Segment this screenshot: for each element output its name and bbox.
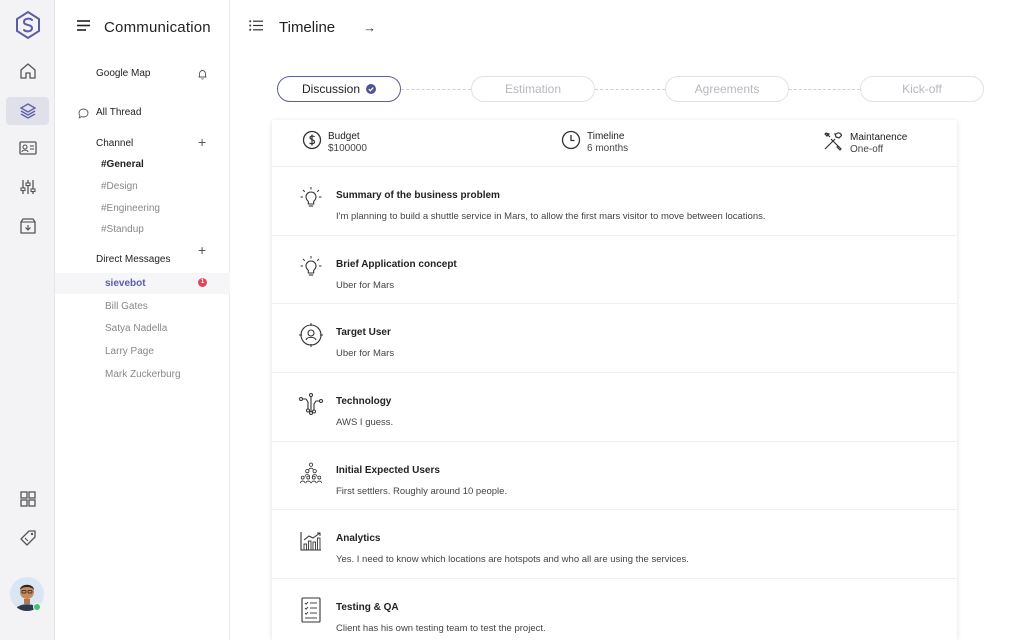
requirement-body: Yes. I need to know which locations are … bbox=[336, 554, 689, 566]
requirement-row[interactable]: Testing & QA Client has his own testing … bbox=[272, 579, 957, 640]
requirement-body: Uber for Mars bbox=[336, 348, 395, 360]
project-card: Budget $100000 Timeline 6 months Maintan… bbox=[272, 120, 957, 640]
maintenance-meta: Maintanence One-off bbox=[822, 130, 907, 157]
timeline-value: 6 months bbox=[587, 142, 629, 154]
checklist-icon bbox=[299, 597, 323, 623]
google-map-item[interactable]: Google Map bbox=[96, 68, 150, 79]
users-group-icon bbox=[299, 460, 323, 486]
requirement-title: Technology bbox=[336, 396, 392, 408]
project-meta: Budget $100000 Timeline 6 months Maintan… bbox=[272, 120, 957, 167]
check-circle-icon bbox=[366, 84, 377, 94]
tag-icon[interactable] bbox=[6, 524, 49, 552]
panel-header: Communication bbox=[77, 18, 211, 36]
channel-panel: Communication Google Map All Thread Chan… bbox=[55, 0, 230, 640]
home-icon[interactable] bbox=[6, 57, 49, 85]
direct-messages-heading: Direct Messages bbox=[96, 254, 171, 265]
requirement-row[interactable]: Analytics Yes. I need to know which loca… bbox=[272, 510, 957, 580]
dm-item-mark-zuckerburg[interactable]: Mark Zuckerburg bbox=[105, 369, 181, 380]
clock-icon bbox=[561, 130, 581, 155]
icon-rail bbox=[0, 0, 55, 640]
channel-item-general[interactable]: #General bbox=[101, 159, 144, 170]
unread-badge: 1 bbox=[198, 278, 207, 287]
requirement-title: Testing & QA bbox=[336, 602, 399, 614]
requirement-body: First settlers. Roughly around 10 people… bbox=[336, 485, 508, 497]
hamburger-menu-icon[interactable] bbox=[77, 18, 90, 36]
page-title: Timeline bbox=[279, 18, 336, 36]
requirement-title: Analytics bbox=[336, 533, 381, 545]
budget-meta: Budget $100000 bbox=[302, 130, 367, 155]
step-estimation[interactable]: Estimation bbox=[471, 76, 595, 102]
step-kick-off[interactable]: Kick-off bbox=[860, 76, 984, 102]
add-direct-message-button[interactable]: + bbox=[198, 243, 206, 257]
budget-value: $100000 bbox=[328, 142, 367, 154]
requirement-row[interactable]: Brief Application concept Uber for Mars bbox=[272, 236, 957, 305]
requirement-body: I'm planning to build a shuttle service … bbox=[336, 211, 766, 222]
step-label: Discussion bbox=[301, 82, 361, 96]
step-label: Kick-off bbox=[902, 82, 942, 96]
maintenance-label: Maintanence bbox=[850, 131, 908, 143]
requirement-row[interactable]: Target User Uber for Mars bbox=[272, 304, 957, 374]
requirement-row[interactable]: Summary of the business problem I'm plan… bbox=[272, 167, 957, 236]
main-area: Timeline → Discussion Estimation Agreeme… bbox=[231, 0, 1024, 640]
channel-item-standup[interactable]: #Standup bbox=[101, 224, 144, 235]
maintenance-value: One-off bbox=[850, 143, 884, 155]
forward-arrow-icon[interactable]: → bbox=[363, 20, 376, 35]
step-label: Agreements bbox=[694, 82, 760, 96]
step-connector bbox=[595, 89, 665, 90]
tools-icon bbox=[822, 130, 844, 157]
requirement-title: Summary of the business problem bbox=[336, 190, 500, 201]
analytics-icon bbox=[299, 528, 323, 554]
target-user-icon bbox=[299, 322, 323, 348]
requirement-body: Uber for Mars bbox=[336, 279, 395, 291]
step-connector bbox=[789, 89, 860, 90]
chat-bubble-icon bbox=[78, 106, 89, 124]
requirement-title: Brief Application concept bbox=[336, 258, 457, 270]
lightbulb-icon bbox=[299, 254, 323, 280]
dollar-icon bbox=[302, 130, 322, 155]
sliders-icon[interactable] bbox=[6, 173, 49, 201]
lightbulb-icon bbox=[299, 185, 323, 211]
requirement-body: AWS I guess. bbox=[336, 417, 394, 429]
dm-item-bill-gates[interactable]: Bill Gates bbox=[105, 301, 148, 312]
channel-heading: Channel bbox=[96, 138, 134, 149]
step-label: Estimation bbox=[504, 82, 562, 96]
download-box-icon[interactable] bbox=[6, 212, 49, 240]
all-thread-item[interactable]: All Thread bbox=[96, 107, 141, 118]
timeline-label: Timeline bbox=[587, 130, 625, 142]
dm-item-sievebot[interactable]: sievebot bbox=[105, 278, 146, 289]
step-agreements[interactable]: Agreements bbox=[665, 76, 789, 102]
app: Communication Google Map All Thread Chan… bbox=[0, 0, 1024, 640]
requirement-row[interactable]: Technology AWS I guess. bbox=[272, 373, 957, 442]
layers-icon[interactable] bbox=[6, 97, 49, 125]
channel-item-engineering[interactable]: #Engineering bbox=[101, 203, 160, 214]
requirement-row[interactable]: Initial Expected Users First settlers. R… bbox=[272, 442, 957, 511]
main-header: Timeline → bbox=[249, 18, 376, 36]
budget-label: Budget bbox=[328, 130, 360, 142]
contact-card-icon[interactable] bbox=[6, 134, 49, 162]
bell-icon[interactable] bbox=[198, 67, 207, 85]
timeline-meta: Timeline 6 months bbox=[561, 130, 628, 155]
requirement-body: Client has his own testing team to test … bbox=[336, 623, 546, 635]
requirement-title: Initial Expected Users bbox=[336, 464, 440, 476]
channel-item-design[interactable]: #Design bbox=[101, 181, 138, 192]
circuit-icon bbox=[299, 391, 323, 417]
step-discussion[interactable]: Discussion bbox=[277, 76, 401, 102]
dm-item-satya-nadella[interactable]: Satya Nadella bbox=[105, 323, 167, 334]
add-channel-button[interactable]: + bbox=[198, 135, 206, 149]
step-connector bbox=[401, 89, 471, 90]
online-status-dot bbox=[33, 603, 41, 611]
requirement-title: Target User bbox=[336, 327, 391, 339]
list-icon[interactable] bbox=[249, 18, 263, 36]
panel-title: Communication bbox=[104, 18, 211, 36]
grid-icon[interactable] bbox=[6, 485, 49, 513]
app-logo-icon[interactable] bbox=[14, 10, 42, 40]
dm-item-larry-page[interactable]: Larry Page bbox=[105, 346, 154, 357]
